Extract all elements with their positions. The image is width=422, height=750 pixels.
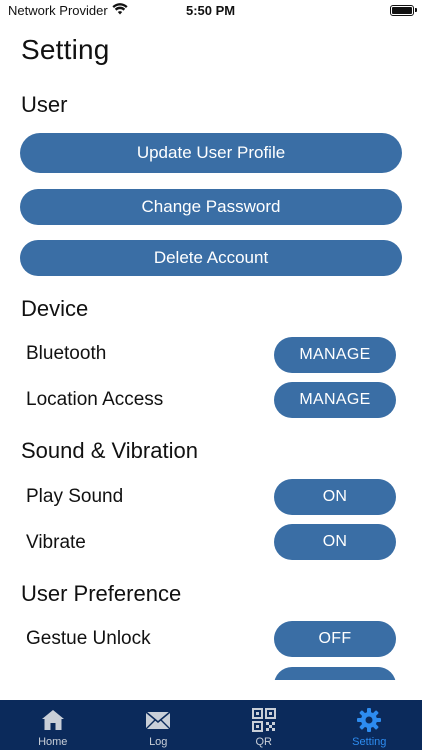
bluetooth-label: Bluetooth bbox=[26, 343, 107, 364]
play-sound-label: Play Sound bbox=[26, 486, 124, 507]
status-bar: Network Provider 5:50 PM bbox=[0, 0, 422, 24]
tab-log[interactable]: Log bbox=[106, 700, 212, 750]
bluetooth-manage-button[interactable]: MANAGE bbox=[274, 337, 396, 373]
gear-icon bbox=[357, 708, 382, 732]
vibrate-label: Vibrate bbox=[26, 532, 86, 553]
delete-account-button[interactable]: Delete Account bbox=[20, 240, 402, 276]
update-user-profile-button[interactable]: Update User Profile bbox=[20, 133, 402, 173]
section-title-device: Device bbox=[21, 296, 89, 321]
tab-setting[interactable]: Setting bbox=[317, 700, 422, 750]
tab-setting-label: Setting bbox=[352, 736, 387, 748]
tab-home-label: Home bbox=[38, 736, 68, 748]
mail-icon bbox=[145, 711, 171, 730]
location-access-label: Location Access bbox=[26, 389, 164, 410]
next-row-toggle-partial[interactable] bbox=[274, 667, 396, 680]
settings-scroll-area[interactable]: Setting User Update User Profile Change … bbox=[0, 24, 422, 680]
carrier-name: Network Provider bbox=[8, 3, 108, 18]
home-icon bbox=[41, 710, 64, 730]
location-access-manage-button[interactable]: MANAGE bbox=[274, 382, 396, 418]
gesture-unlock-toggle[interactable]: OFF bbox=[274, 621, 396, 657]
vibrate-toggle[interactable]: ON bbox=[274, 524, 396, 560]
tab-home[interactable]: Home bbox=[0, 700, 106, 750]
qr-code-icon bbox=[251, 708, 276, 732]
gesture-unlock-label: Gestue Unlock bbox=[26, 628, 151, 649]
wifi-icon bbox=[112, 3, 128, 15]
clock-time: 5:50 PM bbox=[186, 3, 236, 18]
battery-icon bbox=[390, 5, 417, 16]
tab-bar: Home Log QR Setting bbox=[0, 700, 422, 750]
tab-qr-label: QR bbox=[255, 736, 273, 748]
tab-qr[interactable]: QR bbox=[211, 700, 317, 750]
change-password-button[interactable]: Change Password bbox=[20, 189, 402, 225]
page-title: Setting bbox=[21, 34, 110, 65]
tab-log-label: Log bbox=[149, 736, 168, 748]
play-sound-toggle[interactable]: ON bbox=[274, 479, 396, 515]
section-title-sound-vibration: Sound & Vibration bbox=[21, 438, 198, 463]
section-title-user: User bbox=[21, 92, 68, 117]
section-title-user-preference: User Preference bbox=[21, 581, 182, 606]
